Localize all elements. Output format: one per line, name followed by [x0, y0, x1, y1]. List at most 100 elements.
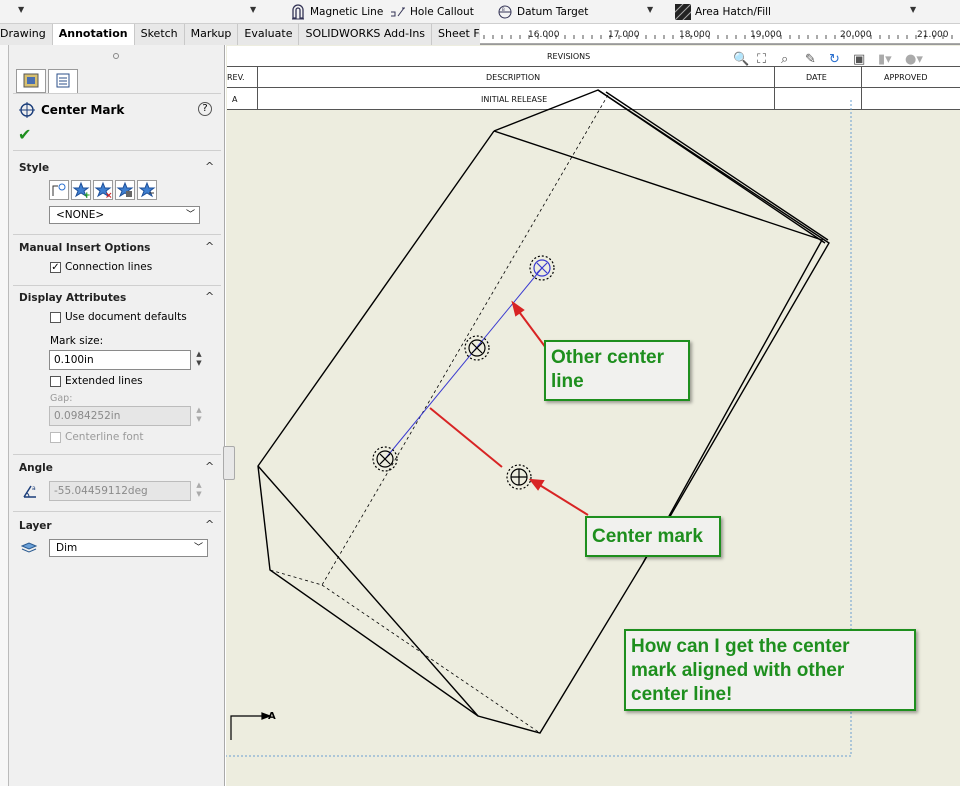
toolbar-dropdown-arrow[interactable]: ▼ [910, 5, 916, 14]
command-manager-tabs: Drawing Annotation Sketch Markup Evaluat… [0, 24, 520, 45]
other-center-line-callout: Other center line [544, 340, 690, 401]
pm-title: Center Mark [19, 102, 124, 118]
tab-drawing[interactable]: Drawing [0, 24, 53, 45]
question-callout: How can I get the center mark aligned wi… [624, 629, 916, 711]
extended-lines-checkbox[interactable] [50, 376, 61, 387]
datum-target-button[interactable]: B Datum Target [497, 3, 588, 21]
magnetic-line-button[interactable]: Magnetic Line [290, 3, 383, 21]
command-manager-toolbar: ▼ ▼ Magnetic Line Hole Callout B Datum T… [0, 0, 960, 25]
save-style-icon [116, 181, 134, 198]
feature-manager-tab[interactable] [16, 69, 46, 93]
manual-insert-section-title: Manual Insert Options [19, 242, 151, 254]
rev-cell: A [232, 95, 238, 104]
toolbar-dropdown-arrow[interactable]: ▼ [18, 5, 24, 14]
toolbar-dropdown-arrow[interactable]: ▼ [647, 5, 653, 14]
property-list-icon [56, 73, 70, 88]
delete-style-button[interactable]: × [93, 180, 113, 201]
centerline-font-label: Centerline font [65, 431, 144, 443]
panel-grip-icon[interactable] [113, 53, 119, 59]
hole-callout-button[interactable]: Hole Callout [390, 3, 474, 21]
extended-lines-label: Extended lines [65, 375, 143, 387]
mark-size-spinner[interactable]: ▲ ▼ [194, 350, 204, 370]
svg-text:+: + [83, 191, 90, 199]
display-attributes-section-title: Display Attributes [19, 292, 127, 304]
rotate-view-icon[interactable]: ↻ [829, 52, 840, 67]
area-hatch-button[interactable]: Area Hatch/Fill [670, 0, 771, 25]
ruler-tick-label: 20.000 [840, 30, 872, 40]
vertical-ruler [0, 45, 9, 786]
tab-markup[interactable]: Markup [184, 24, 239, 45]
property-manager-panel: Center Mark ? ✔ Style ^ + × <NONE> ﹀ Man… [9, 45, 225, 786]
svg-text:a: a [32, 485, 36, 492]
collapse-caret-icon[interactable]: ^ [205, 518, 214, 531]
collapse-caret-icon[interactable]: ^ [205, 460, 214, 473]
callout-text: line [551, 371, 584, 392]
svg-text:×: × [105, 191, 112, 199]
property-manager-tab[interactable] [48, 69, 78, 93]
help-icon[interactable]: ? [198, 102, 212, 116]
load-style-icon [138, 181, 156, 198]
sketch-icon[interactable]: ✎ [805, 52, 816, 67]
display-style-icon[interactable]: ▣ [853, 52, 865, 67]
toolbar-dropdown-arrow[interactable]: ▼ [250, 5, 256, 14]
description-header: DESCRIPTION [486, 73, 541, 82]
panel-collapse-handle[interactable] [223, 446, 235, 480]
chevron-down-icon: ﹀ [193, 543, 203, 553]
angle-input: -55.04459112deg [49, 481, 191, 501]
datum-target-label: Datum Target [517, 6, 589, 18]
hole-callout-label: Hole Callout [410, 6, 474, 18]
appearance-icon[interactable]: ●▾ [905, 52, 923, 67]
tab-annotation[interactable]: Annotation [52, 24, 135, 45]
mark-size-label: Mark size: [50, 335, 104, 347]
zoom-to-area-icon[interactable]: ⛶ [757, 52, 766, 67]
use-document-defaults-label: Use document defaults [65, 311, 187, 323]
gap-label: Gap: [50, 393, 73, 404]
style-dropdown-value: <NONE> [56, 209, 105, 221]
centerline-font-checkbox [50, 432, 61, 443]
hatch-icon [670, 0, 696, 25]
collapse-caret-icon[interactable]: ^ [205, 160, 214, 173]
description-cell: INITIAL RELEASE [481, 95, 548, 104]
zoom-to-fit-icon[interactable]: 🔍 [733, 52, 749, 67]
horizontal-ruler: 16.000 17.000 18.000 19.000 20.000 21.00… [480, 24, 960, 45]
previous-view-icon[interactable]: ⌕ [781, 52, 788, 67]
ruler-tick-label: 18.000 [679, 30, 711, 40]
tab-evaluate[interactable]: Evaluate [238, 24, 300, 45]
hide-show-icon[interactable]: ▮▾ [878, 52, 892, 67]
callout-text: center line! [631, 684, 733, 705]
ok-check-icon[interactable]: ✔ [18, 125, 31, 144]
collapse-caret-icon[interactable]: ^ [205, 240, 214, 253]
layer-icon [21, 542, 37, 553]
add-style-icon: + [72, 181, 91, 201]
angle-spinner: ▲ ▼ [196, 481, 202, 498]
style-default-icon [52, 183, 66, 196]
center-mark-icon [19, 102, 35, 118]
ruler-tick-label: 16.000 [528, 30, 560, 40]
date-header: DATE [806, 73, 827, 82]
layer-dropdown[interactable]: Dim ﹀ [49, 539, 208, 557]
mark-size-input[interactable]: 0.100in [49, 350, 191, 370]
tab-sketch[interactable]: Sketch [134, 24, 185, 45]
magnet-icon [290, 4, 306, 20]
collapse-caret-icon[interactable]: ^ [205, 290, 214, 303]
load-style-button[interactable] [137, 180, 157, 200]
style-dropdown[interactable]: <NONE> ﹀ [49, 206, 200, 224]
save-style-button[interactable] [115, 180, 135, 200]
gap-input: 0.0984252in [49, 406, 191, 426]
use-document-defaults-checkbox[interactable] [50, 312, 61, 323]
ruler-tick-label: 21.000 [917, 30, 949, 40]
tab-solidworks-add-ins[interactable]: SOLIDWORKS Add-Ins [299, 24, 433, 45]
delete-style-icon: × [94, 181, 113, 201]
connection-lines-checkbox[interactable]: ✓ [50, 262, 61, 273]
area-hatch-label: Area Hatch/Fill [695, 6, 771, 18]
callout-text: How can I get the center [631, 636, 850, 657]
angle-section-title: Angle [19, 462, 53, 474]
magnetic-line-label: Magnetic Line [310, 6, 384, 18]
add-style-button[interactable]: + [71, 180, 91, 201]
revision-table: REVISIONS REV. DESCRIPTION DATE APPROVED… [227, 46, 960, 110]
apply-default-style-button[interactable] [49, 180, 69, 200]
gap-spinner: ▲ ▼ [196, 406, 202, 423]
view-label: A [268, 711, 276, 722]
layer-section-title: Layer [19, 520, 52, 532]
callout-text: Other center [551, 347, 664, 368]
